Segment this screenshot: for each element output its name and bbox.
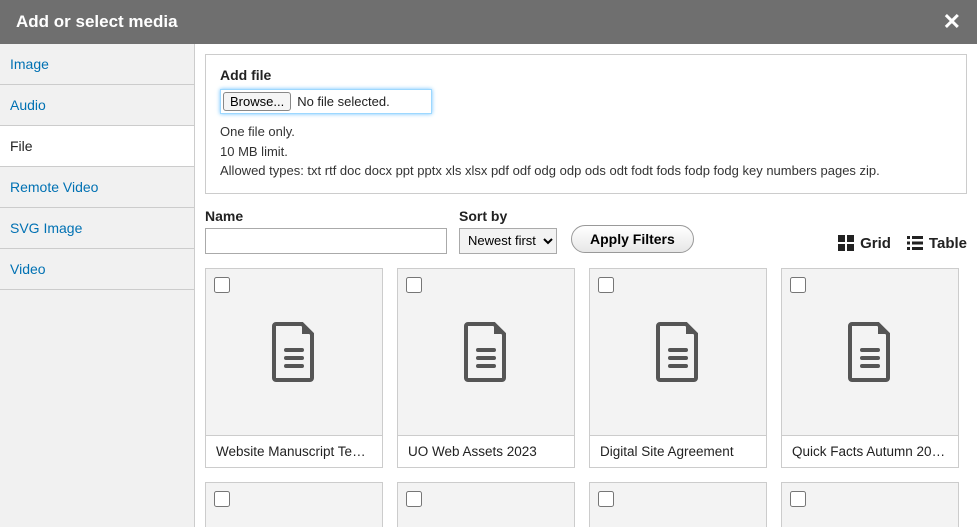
media-card[interactable] <box>781 482 959 527</box>
list-icon <box>907 235 923 251</box>
media-checkbox[interactable] <box>406 491 422 507</box>
dialog-title: Add or select media <box>16 12 178 32</box>
main-layout: Image Audio File Remote Video SVG Image … <box>0 44 977 527</box>
media-checkbox[interactable] <box>214 277 230 293</box>
file-icon <box>398 269 574 435</box>
filters-row: Name Sort by Newest first Apply Filters … <box>205 208 967 254</box>
sidebar-item-label: Image <box>10 56 49 72</box>
sidebar: Image Audio File Remote Video SVG Image … <box>0 44 195 527</box>
sidebar-item-label: File <box>10 138 33 154</box>
table-view-button[interactable]: Table <box>907 235 967 252</box>
file-icon <box>206 269 382 435</box>
sidebar-item-remote-video[interactable]: Remote Video <box>0 167 194 208</box>
sidebar-item-svg-image[interactable]: SVG Image <box>0 208 194 249</box>
media-caption: Quick Facts Autumn 202… <box>782 435 958 467</box>
hint-allowed-types: Allowed types: txt rtf doc docx ppt pptx… <box>220 161 952 181</box>
grid-view-button[interactable]: Grid <box>838 235 891 252</box>
media-caption: UO Web Assets 2023 <box>398 435 574 467</box>
titlebar: Add or select media ✕ <box>0 0 977 44</box>
name-filter: Name <box>205 208 447 254</box>
file-icon <box>590 269 766 435</box>
sidebar-item-label: Audio <box>10 97 46 113</box>
view-toggle: Grid Table <box>838 235 967 254</box>
sidebar-item-image[interactable]: Image <box>0 44 194 85</box>
file-status-text: No file selected. <box>297 94 390 109</box>
media-checkbox[interactable] <box>598 277 614 293</box>
hint-one-file: One file only. <box>220 122 952 142</box>
content-area: Add file Browse... No file selected. One… <box>195 44 977 527</box>
sidebar-item-label: Remote Video <box>10 179 98 195</box>
media-card[interactable] <box>205 482 383 527</box>
add-file-section: Add file Browse... No file selected. One… <box>205 54 967 194</box>
file-icon <box>782 483 958 527</box>
sort-label: Sort by <box>459 208 557 224</box>
media-checkbox[interactable] <box>790 277 806 293</box>
file-icon <box>206 483 382 527</box>
browse-button[interactable]: Browse... <box>223 92 291 111</box>
media-card[interactable] <box>397 482 575 527</box>
media-caption: Website Manuscript Tem… <box>206 435 382 467</box>
file-icon <box>398 483 574 527</box>
media-card[interactable] <box>589 482 767 527</box>
sidebar-item-label: SVG Image <box>10 220 82 236</box>
media-caption: Digital Site Agreement <box>590 435 766 467</box>
close-icon[interactable]: ✕ <box>943 9 961 35</box>
media-checkbox[interactable] <box>214 491 230 507</box>
media-card[interactable]: Website Manuscript Tem… <box>205 268 383 468</box>
sort-filter: Sort by Newest first <box>459 208 557 254</box>
sidebar-item-video[interactable]: Video <box>0 249 194 290</box>
media-checkbox[interactable] <box>598 491 614 507</box>
grid-view-label: Grid <box>860 235 891 252</box>
media-card[interactable]: Digital Site Agreement <box>589 268 767 468</box>
sort-select[interactable]: Newest first <box>459 228 557 254</box>
name-input[interactable] <box>205 228 447 254</box>
media-checkbox[interactable] <box>790 491 806 507</box>
sidebar-item-label: Video <box>10 261 46 277</box>
file-input[interactable]: Browse... No file selected. <box>220 89 432 114</box>
grid-icon <box>838 235 854 251</box>
media-card[interactable]: UO Web Assets 2023 <box>397 268 575 468</box>
media-checkbox[interactable] <box>406 277 422 293</box>
name-label: Name <box>205 208 447 224</box>
file-icon <box>782 269 958 435</box>
sidebar-item-file[interactable]: File <box>0 126 194 167</box>
file-icon <box>590 483 766 527</box>
apply-filters-button[interactable]: Apply Filters <box>571 225 694 253</box>
hint-size-limit: 10 MB limit. <box>220 142 952 162</box>
table-view-label: Table <box>929 235 967 252</box>
sidebar-item-audio[interactable]: Audio <box>0 85 194 126</box>
results-grid: Website Manuscript Tem… UO Web Assets 202… <box>205 268 967 527</box>
media-card[interactable]: Quick Facts Autumn 202… <box>781 268 959 468</box>
add-file-heading: Add file <box>220 67 952 83</box>
